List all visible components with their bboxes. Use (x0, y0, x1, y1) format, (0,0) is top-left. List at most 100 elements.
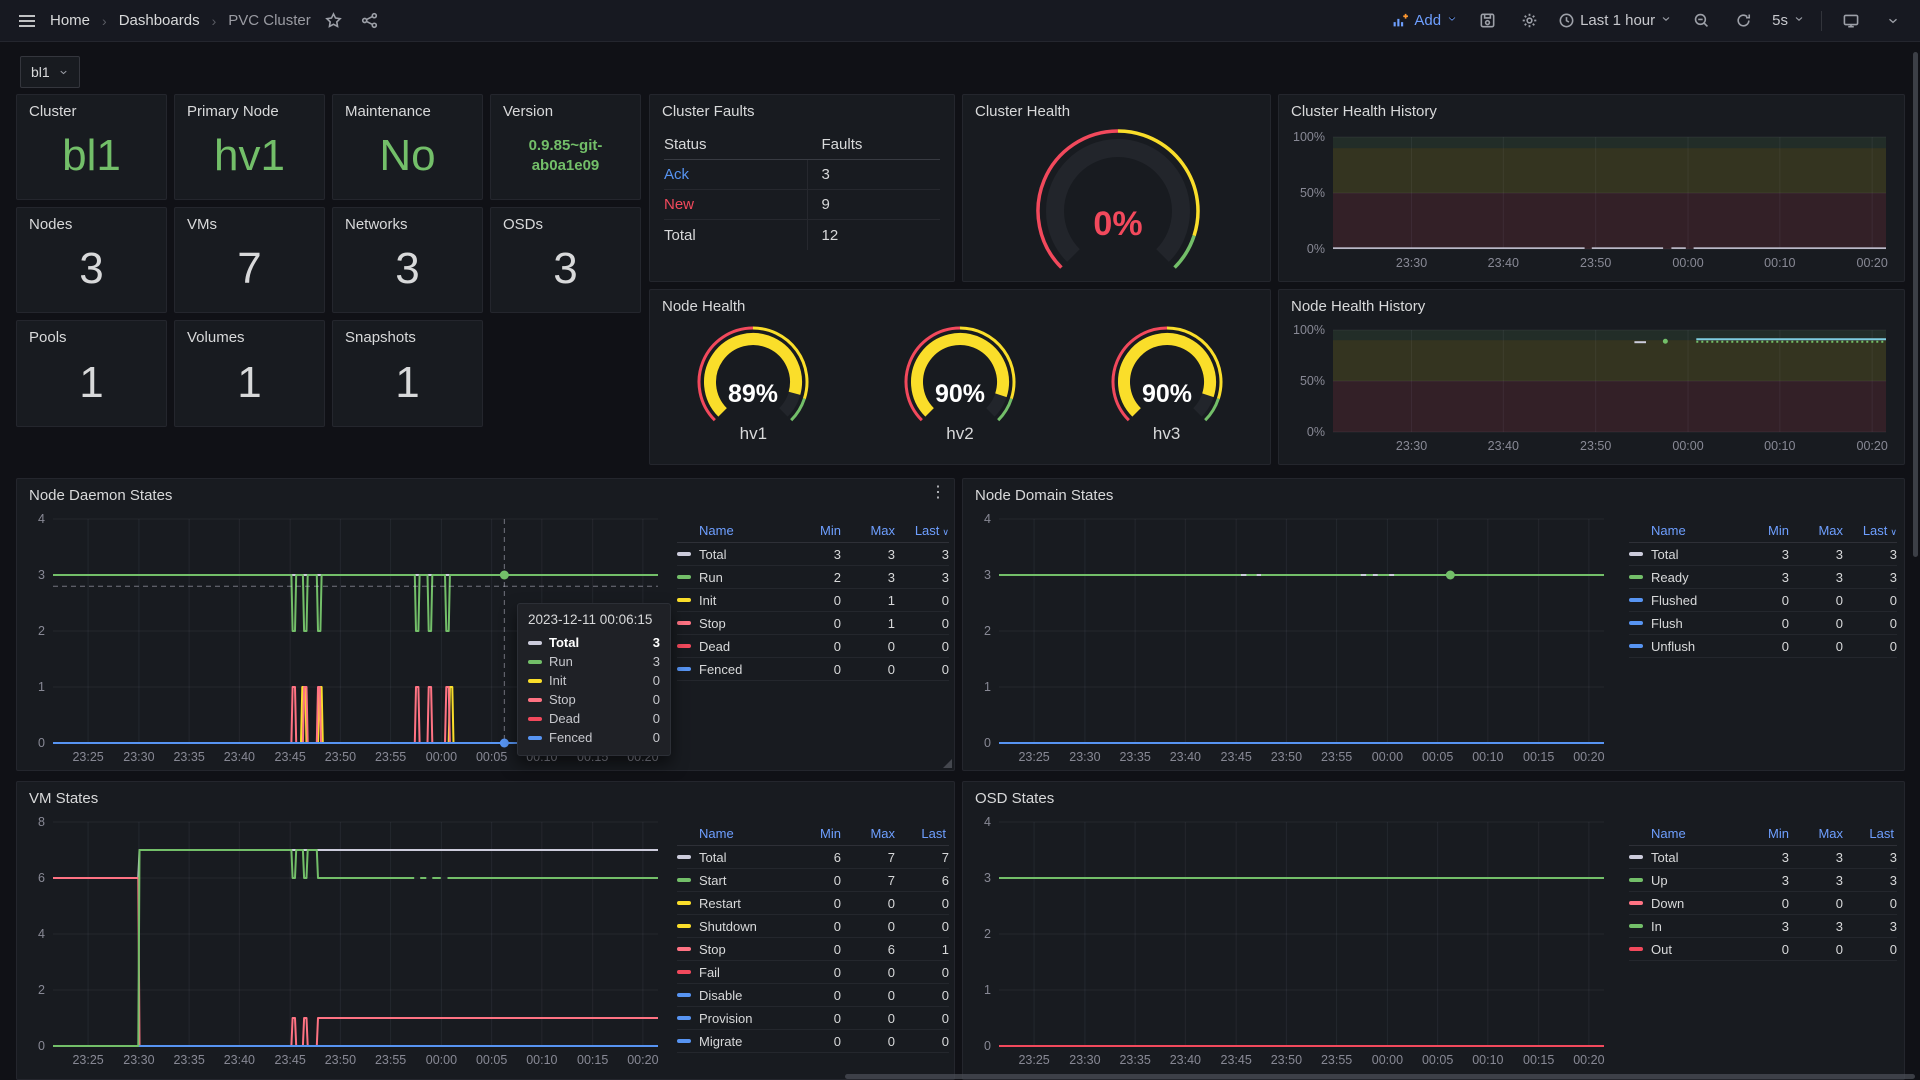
node-domain-states-chart[interactable]: 0123423:2523:3023:3523:4023:4523:5023:55… (969, 507, 1614, 769)
node-health-history-chart[interactable]: 0%50%100%23:3023:4023:5000:0000:1000:20 (1287, 316, 1896, 458)
svg-text:23:40: 23:40 (224, 750, 255, 764)
sort-icon: ∨ (1890, 527, 1897, 537)
vm-states-chart[interactable]: 0246823:2523:3023:3523:4023:4523:5023:55… (23, 810, 668, 1072)
menu-icon[interactable] (14, 8, 40, 34)
cluster-health-history-panel: Cluster Health History 0%50%100%23:3023:… (1278, 94, 1905, 282)
stat-panel-snapshots: Snapshots 1 (332, 320, 483, 427)
legend-col-max[interactable]: Max (841, 826, 895, 841)
panel-title[interactable]: Networks (333, 208, 482, 233)
legend-header: Name Min Max Last∨ (677, 519, 949, 543)
panel-resize-handle[interactable] (943, 759, 952, 768)
legend-col-max[interactable]: Max (1789, 826, 1843, 841)
variable-dropdown[interactable]: bl1 (20, 56, 80, 88)
legend-col-name[interactable]: Name (1629, 523, 1735, 538)
panel-title[interactable]: Cluster Health (963, 95, 1270, 120)
breadcrumb-dashboards[interactable]: Dashboards (119, 12, 200, 29)
panel-title[interactable]: Nodes (17, 208, 166, 233)
star-icon[interactable] (321, 8, 347, 34)
panel-title[interactable]: Maintenance (333, 95, 482, 120)
legend-col-name[interactable]: Name (677, 826, 787, 841)
panel-title[interactable]: VMs (175, 208, 324, 233)
svg-text:0: 0 (38, 1039, 45, 1053)
panel-title[interactable]: Node Daemon States (17, 479, 954, 504)
svg-text:23:50: 23:50 (1271, 1053, 1302, 1067)
legend-col-name[interactable]: Name (677, 523, 787, 538)
panel-title[interactable]: Cluster (17, 95, 166, 120)
panel-title[interactable]: Version (491, 95, 640, 120)
legend-col-min[interactable]: Min (787, 826, 841, 841)
series-color-swatch (677, 598, 691, 602)
legend-col-min[interactable]: Min (787, 523, 841, 538)
legend-row: Init 0 1 0 (677, 589, 949, 612)
legend-col-last[interactable]: Last∨ (895, 523, 949, 538)
series-color-swatch (528, 660, 542, 664)
legend-col-min[interactable]: Min (1735, 826, 1789, 841)
legend-col-min[interactable]: Min (1735, 523, 1789, 538)
legend-col-last[interactable]: Last (895, 826, 949, 841)
zoom-out-icon[interactable] (1688, 8, 1714, 34)
legend-row: Stop 0 6 1 (677, 938, 949, 961)
svg-text:3: 3 (984, 568, 991, 582)
legend-col-max[interactable]: Max (841, 523, 895, 538)
panel-menu-icon[interactable]: ⋮ (930, 485, 946, 501)
legend-col-name[interactable]: Name (1629, 826, 1735, 841)
legend-col-max[interactable]: Max (1789, 523, 1843, 538)
svg-text:2: 2 (38, 983, 45, 997)
series-color-swatch (677, 552, 691, 556)
gauge-label: hv3 (1153, 424, 1180, 444)
series-color-swatch (677, 970, 691, 974)
legend-row: Total 3 3 3 (1629, 846, 1897, 869)
legend-col-last[interactable]: Last (1843, 826, 1897, 841)
svg-text:00:20: 00:20 (627, 1053, 658, 1067)
panel-title[interactable]: Snapshots (333, 321, 482, 346)
panel-title[interactable]: Cluster Faults (650, 95, 954, 120)
panel-title[interactable]: Primary Node (175, 95, 324, 120)
legend-row: Start 0 7 6 (677, 869, 949, 892)
panel-title[interactable]: OSD States (963, 782, 1904, 807)
column-header-status[interactable]: Status (664, 136, 808, 153)
legend-table: Name Min Max Last∨ Total 3 3 3 Run (677, 519, 949, 681)
node-health-gauge: 90% hv3 (1082, 318, 1252, 444)
cluster-health-history-chart[interactable]: 0%50%100%23:3023:4023:5000:0000:1000:20 (1287, 123, 1896, 275)
svg-text:23:30: 23:30 (1069, 750, 1100, 764)
dashboard-settings-icon[interactable] (1516, 8, 1542, 34)
panel-title[interactable]: VM States (17, 782, 954, 807)
time-range-picker[interactable]: Last 1 hour (1558, 12, 1672, 30)
stat-panel-nodes: Nodes 3 (16, 207, 167, 313)
breadcrumb-home[interactable]: Home (50, 12, 90, 29)
series-color-swatch (677, 878, 691, 882)
svg-text:23:35: 23:35 (1119, 1053, 1150, 1067)
panel-title[interactable]: Node Health History (1279, 290, 1904, 315)
cluster-faults-panel: Cluster Faults Status Faults Ack 3 New 9 (649, 94, 955, 282)
tv-mode-icon[interactable] (1838, 8, 1864, 34)
svg-text:0: 0 (984, 1039, 991, 1053)
panel-title[interactable]: Cluster Health History (1279, 95, 1904, 120)
horizontal-scrollbar[interactable] (845, 1074, 1915, 1079)
panel-title[interactable]: Volumes (175, 321, 324, 346)
panel-title[interactable]: Node Health (650, 290, 1270, 315)
vertical-scrollbar[interactable] (1913, 52, 1918, 557)
svg-text:00:15: 00:15 (1523, 750, 1554, 764)
chevron-down-icon (1793, 12, 1805, 30)
column-header-faults[interactable]: Faults (808, 136, 863, 153)
svg-text:90%: 90% (1142, 380, 1192, 408)
legend-col-last[interactable]: Last∨ (1843, 523, 1897, 538)
svg-text:00:05: 00:05 (476, 1053, 507, 1067)
add-button[interactable]: Add (1392, 12, 1458, 30)
refresh-icon[interactable] (1730, 8, 1756, 34)
chevron-down-icon[interactable] (1880, 8, 1906, 34)
svg-text:23:45: 23:45 (275, 750, 306, 764)
svg-text:23:25: 23:25 (72, 1053, 103, 1067)
panel-title[interactable]: Pools (17, 321, 166, 346)
tooltip-row: Run 3 (528, 652, 660, 671)
svg-text:3: 3 (38, 568, 45, 582)
refresh-interval-picker[interactable]: 5s (1772, 12, 1805, 30)
share-icon[interactable] (357, 8, 383, 34)
panel-title[interactable]: OSDs (491, 208, 640, 233)
legend-row: Out 0 0 0 (1629, 938, 1897, 961)
svg-text:23:25: 23:25 (1018, 750, 1049, 764)
osd-states-chart[interactable]: 0123423:2523:3023:3523:4023:4523:5023:55… (969, 810, 1614, 1072)
save-dashboard-icon[interactable] (1474, 8, 1500, 34)
panel-title[interactable]: Node Domain States (963, 479, 1904, 504)
svg-text:00:20: 00:20 (1857, 256, 1888, 270)
